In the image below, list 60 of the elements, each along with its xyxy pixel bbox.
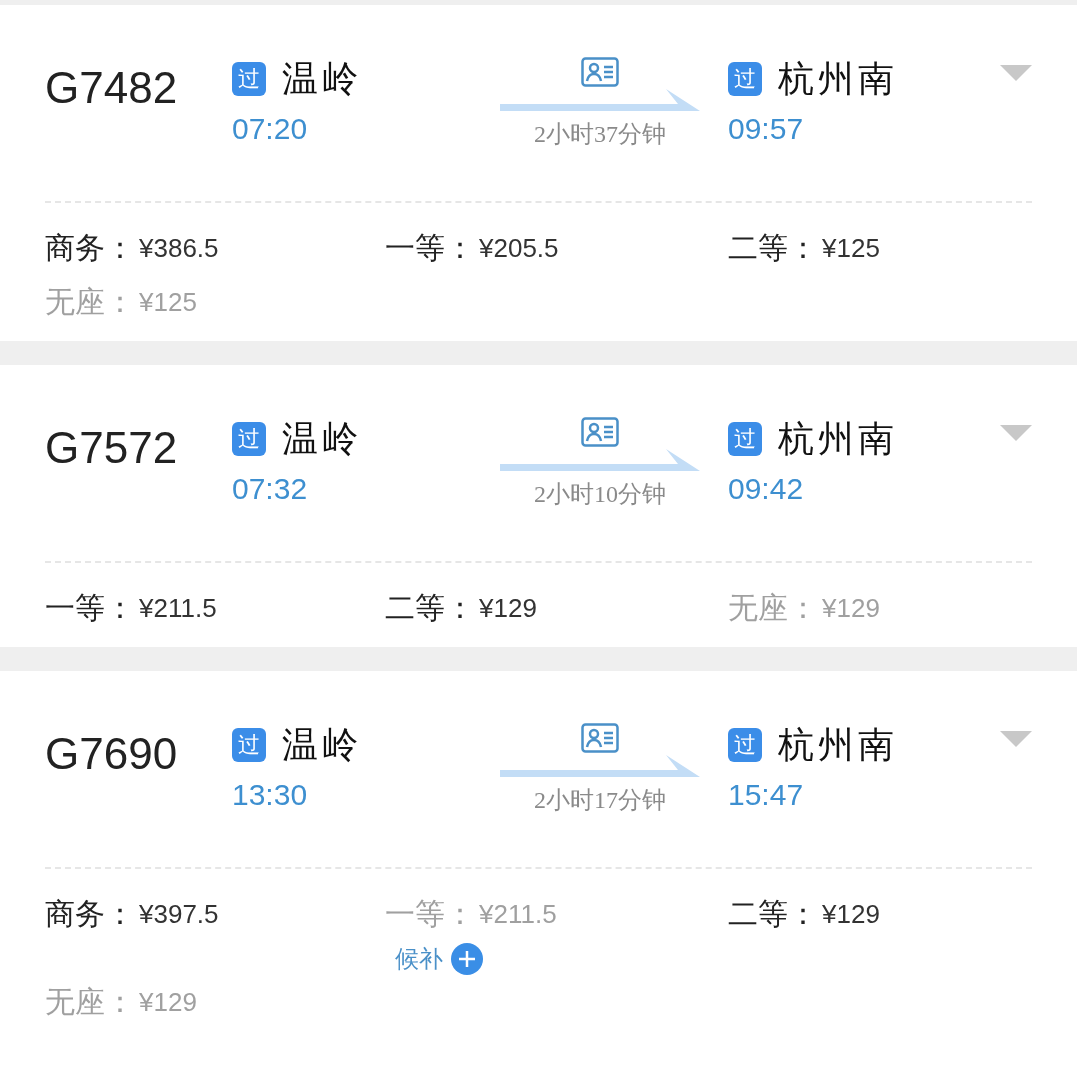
- departure-time: 07:20: [232, 111, 308, 147]
- station-badge: 过: [232, 422, 266, 456]
- waitlist-button[interactable]: 候补: [395, 943, 483, 975]
- seat-price: ¥397.5: [139, 898, 219, 931]
- seat-price: ¥129: [139, 986, 197, 1019]
- arrow-icon: [500, 755, 700, 779]
- seat-price: ¥211.5: [139, 592, 217, 625]
- plus-icon: [451, 943, 483, 975]
- seat-class-label: 二等：: [728, 896, 818, 932]
- caret-icon[interactable]: [1000, 425, 1032, 441]
- caret-icon[interactable]: [1000, 65, 1032, 81]
- seat-class-label: 一等：: [385, 230, 475, 266]
- caret-icon[interactable]: [1000, 731, 1032, 747]
- station-name: 杭州南: [778, 724, 898, 767]
- ticket-card[interactable]: G7690 过 温岭 13:30 2小时17分钟 过 杭州南 15:47 商务：¥397.5 一等：¥211.5 候补 二等：¥129 无座：¥129: [0, 671, 1077, 1068]
- seat-price: ¥125: [822, 232, 880, 265]
- arrow-icon: [500, 449, 700, 473]
- seat-price: ¥129: [822, 898, 880, 931]
- arrow-icon: [500, 89, 700, 113]
- id-card-icon: [581, 723, 619, 753]
- seat-class-label: 二等：: [385, 590, 475, 626]
- station-badge: 过: [232, 62, 266, 96]
- station-name: 杭州南: [778, 418, 898, 461]
- id-card-icon: [581, 417, 619, 447]
- seat-class-label: 无座：: [45, 984, 135, 1020]
- seat-price: ¥129: [479, 592, 537, 625]
- ticket-card[interactable]: G7482 过 温岭 07:20 2小时37分钟 过 杭州南 09:57 商务：¥386.5 一等：¥205.5 二等：¥125 无座：¥125: [0, 5, 1077, 341]
- station-name: 温岭: [282, 418, 362, 461]
- station-name: 杭州南: [778, 58, 898, 101]
- seat-class-label: 一等：: [385, 896, 475, 932]
- station-name: 温岭: [282, 58, 362, 101]
- station-badge: 过: [728, 728, 762, 762]
- station-badge: 过: [728, 422, 762, 456]
- seat-class-label: 无座：: [728, 590, 818, 626]
- seat-price: ¥205.5: [479, 232, 559, 265]
- seat-price: ¥125: [139, 286, 197, 319]
- train-number: G7690: [45, 729, 178, 778]
- arrival-time: 15:47: [728, 777, 804, 813]
- arrival-time: 09:57: [728, 111, 804, 147]
- station-name: 温岭: [282, 724, 362, 767]
- seat-class-label: 无座：: [45, 284, 135, 320]
- arrival-time: 09:42: [728, 471, 804, 507]
- departure-time: 13:30: [232, 777, 308, 813]
- ticket-card[interactable]: G7572 过 温岭 07:32 2小时10分钟 过 杭州南 09:42 一等：¥211.5 二等：¥129 无座：¥129: [0, 365, 1077, 647]
- seat-price: ¥129: [822, 592, 880, 625]
- seat-class-label: 二等：: [728, 230, 818, 266]
- train-number: G7482: [45, 63, 178, 112]
- station-badge: 过: [232, 728, 266, 762]
- departure-time: 07:32: [232, 471, 308, 507]
- duration-text: 2小时17分钟: [534, 786, 666, 815]
- train-number: G7572: [45, 423, 178, 472]
- seat-price: ¥386.5: [139, 232, 219, 265]
- seat-class-label: 商务：: [45, 896, 135, 932]
- station-badge: 过: [728, 62, 762, 96]
- seat-class-label: 商务：: [45, 230, 135, 266]
- duration-text: 2小时37分钟: [534, 120, 666, 149]
- seat-price: ¥211.5: [479, 898, 557, 931]
- id-card-icon: [581, 57, 619, 87]
- duration-text: 2小时10分钟: [534, 480, 666, 509]
- seat-class-label: 一等：: [45, 590, 135, 626]
